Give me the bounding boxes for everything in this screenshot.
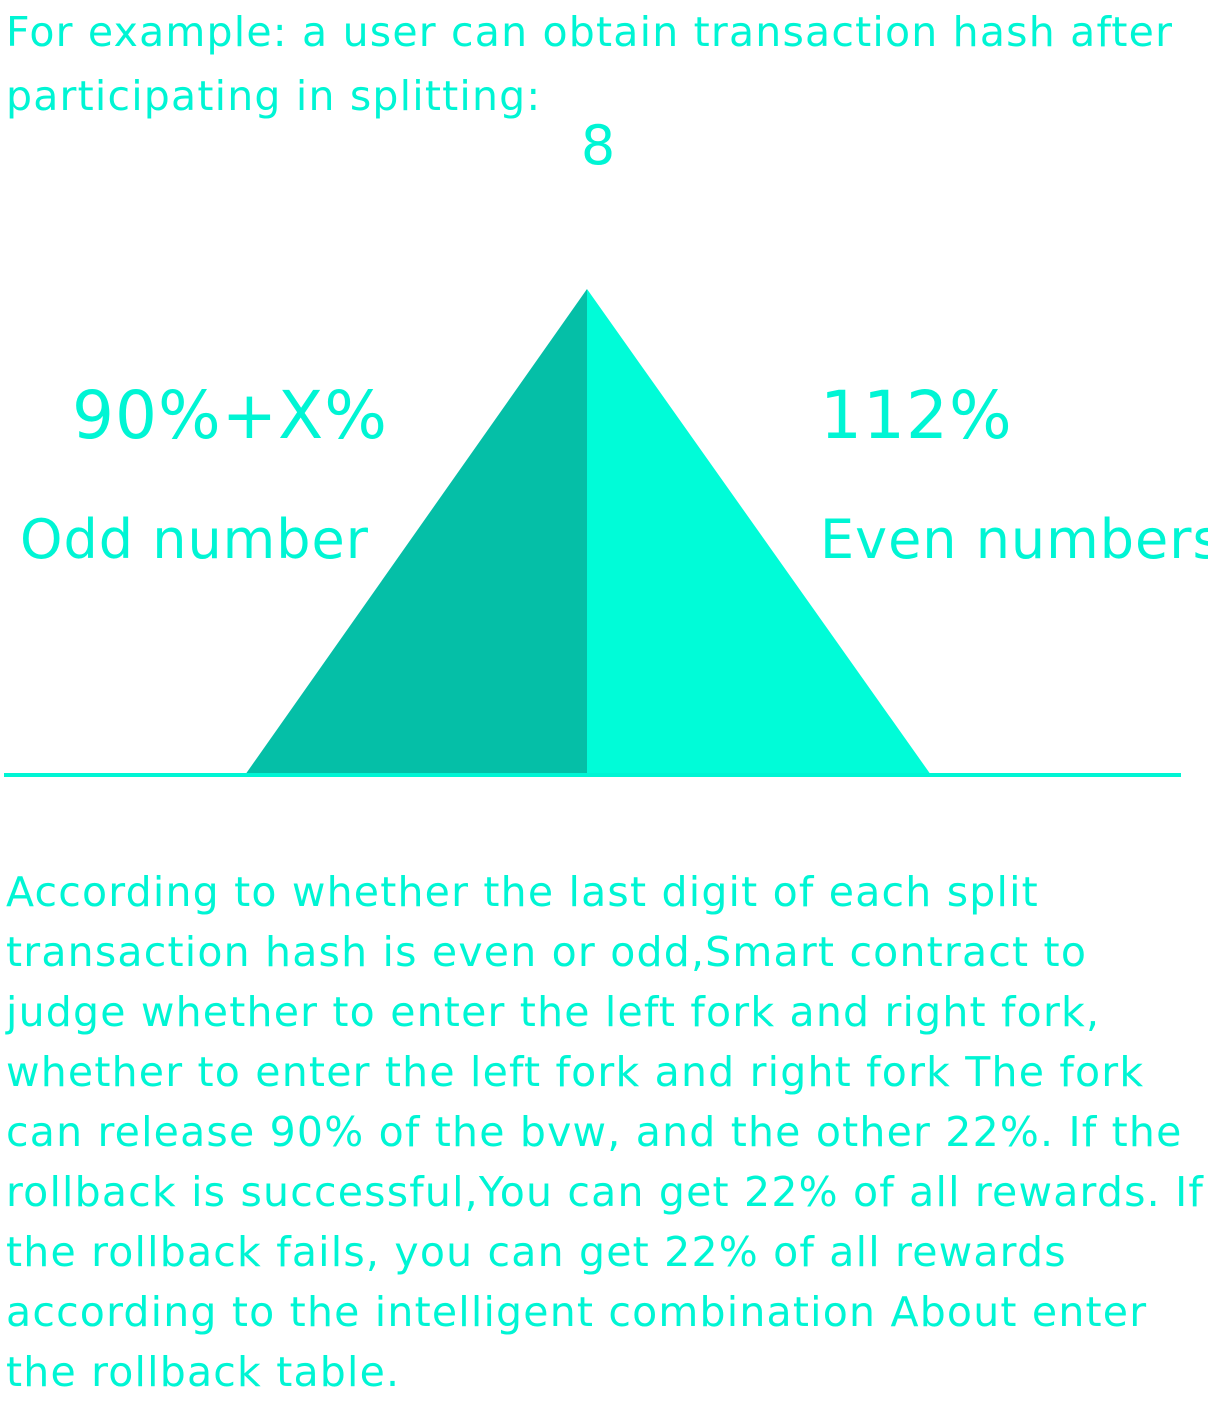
left-fork-label: Odd number [20, 508, 369, 571]
right-fork-label: Even numbers [820, 508, 1208, 571]
left-fork-value: 90%+X% [72, 377, 388, 454]
right-fork-value: 112% [820, 377, 1013, 454]
description-text: According to whether the last digit of e… [6, 868, 1205, 1396]
